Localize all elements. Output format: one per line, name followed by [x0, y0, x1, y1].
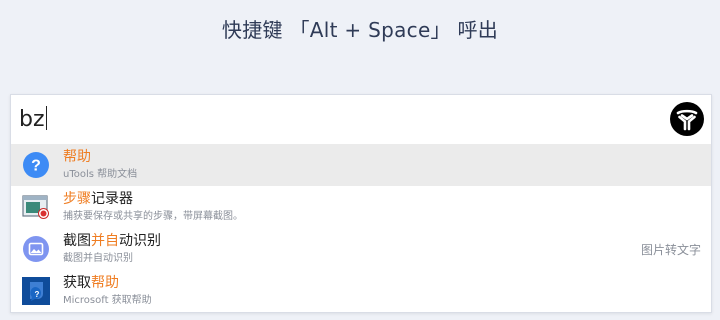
result-item-help[interactable]: ? 帮助 uTools 帮助文档	[11, 144, 711, 186]
result-title-part: 记录器	[91, 191, 133, 207]
search-query-text: bz	[19, 107, 45, 132]
image-ocr-icon	[23, 236, 49, 262]
result-item-get-help[interactable]: ? 获取帮助 Microsoft 获取帮助	[11, 270, 711, 312]
help-circle-icon: ?	[23, 152, 49, 178]
search-bar[interactable]: bz	[11, 95, 711, 144]
steps-recorder-icon	[22, 195, 49, 219]
result-title-part: 帮助	[91, 275, 119, 291]
result-title-part: 截图	[63, 233, 91, 249]
result-item-screenshot-ocr[interactable]: 截图并自动识别 截图并自动识别 图片转文字	[11, 228, 711, 270]
result-title: 帮助	[63, 147, 91, 167]
svg-text:?: ?	[31, 158, 41, 175]
result-description: uTools 帮助文档	[63, 169, 138, 180]
get-help-icon: ?	[22, 277, 50, 305]
result-title: 获取帮助	[63, 273, 119, 293]
search-input[interactable]: bz	[19, 106, 48, 134]
result-title: 步骤记录器	[63, 189, 133, 209]
result-item-steps-recorder[interactable]: 步骤记录器 捕获要保存或共享的步骤，带屏幕截图。	[11, 186, 711, 228]
result-title-part: 步骤	[63, 191, 91, 207]
result-list: ? 帮助 uTools 帮助文档 步骤记录器 捕获要保存或共享的步骤，带屏幕截图…	[11, 144, 711, 312]
text-caret	[45, 106, 48, 130]
shortcut-hint: 快捷键 「Alt + Space」 呼出	[221, 18, 499, 42]
result-title-part: 动识别	[119, 233, 161, 249]
result-feature-tag: 图片转文字	[640, 243, 701, 257]
result-title-part: 帮助	[63, 149, 91, 165]
result-title-part: 获取	[63, 275, 91, 291]
result-description: Microsoft 获取帮助	[63, 295, 152, 306]
svg-text:?: ?	[35, 290, 40, 299]
result-title: 截图并自动识别	[63, 231, 161, 251]
result-description: 截图并自动识别	[63, 253, 133, 264]
result-description: 捕获要保存或共享的步骤，带屏幕截图。	[63, 211, 243, 222]
result-title-part: 并自	[91, 233, 119, 249]
utools-logo-icon[interactable]	[670, 102, 704, 136]
launcher-panel: bz ? 帮助 uTools 帮助文档 步骤记录器 捕获要保存或共享的步骤，带屏…	[10, 94, 712, 313]
